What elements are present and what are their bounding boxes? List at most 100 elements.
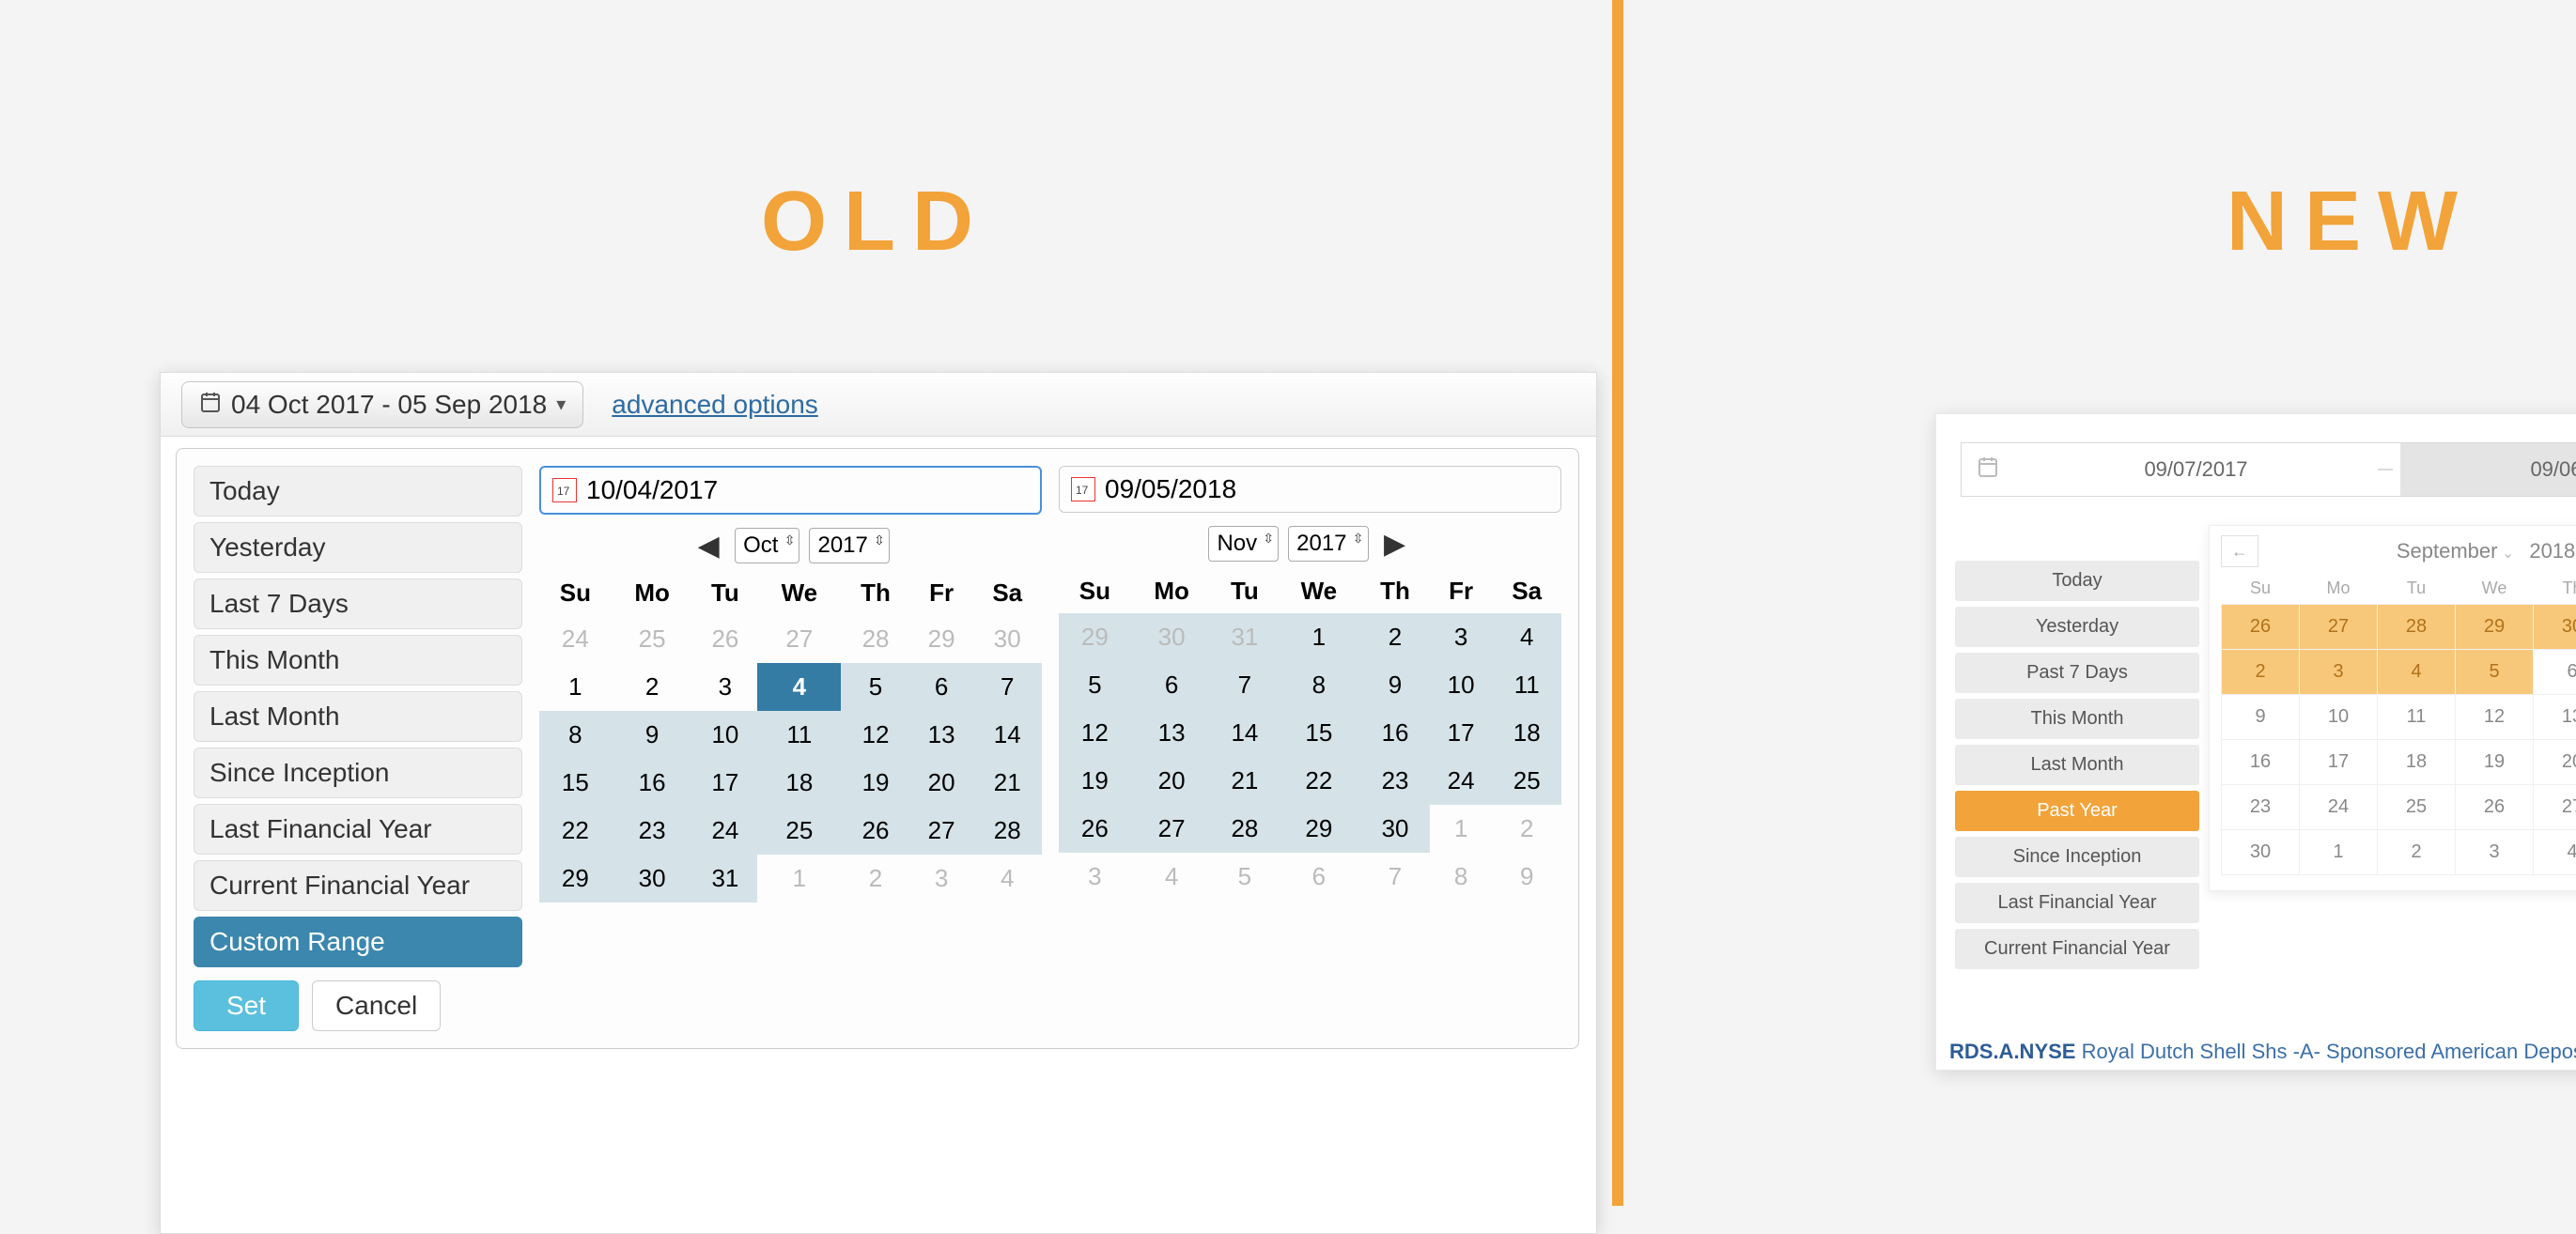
calendar-day[interactable]: 31 bbox=[1212, 613, 1277, 661]
calendar-day[interactable]: 8 bbox=[1277, 661, 1360, 709]
from-date-field[interactable] bbox=[586, 475, 1029, 505]
calendar-day[interactable]: 2 bbox=[2222, 650, 2300, 695]
preset-since-inception[interactable]: Since Inception bbox=[1955, 837, 2199, 877]
preset-this-month[interactable]: This Month bbox=[194, 635, 522, 686]
calendar-day[interactable]: 14 bbox=[973, 711, 1043, 759]
month-dropdown[interactable]: September bbox=[2397, 539, 2514, 563]
calendar-day[interactable]: 2 bbox=[612, 663, 693, 711]
calendar-day[interactable]: 15 bbox=[1277, 709, 1360, 757]
calendar-day[interactable]: 24 bbox=[2300, 785, 2378, 830]
calendar-day[interactable]: 23 bbox=[2222, 785, 2300, 830]
calendar-day[interactable]: 5 bbox=[841, 663, 909, 711]
calendar-day[interactable]: 5 bbox=[1059, 661, 1131, 709]
calendar-day[interactable]: 16 bbox=[2222, 740, 2300, 785]
calendar-day[interactable]: 7 bbox=[1360, 853, 1429, 901]
calendar-day[interactable]: 24 bbox=[539, 615, 612, 663]
calendar-day[interactable]: 6 bbox=[910, 663, 973, 711]
calendar-day[interactable]: 19 bbox=[841, 759, 909, 807]
calendar-day[interactable]: 20 bbox=[2534, 740, 2576, 785]
calendar-day[interactable]: 16 bbox=[612, 759, 693, 807]
ticker-line[interactable]: RDS.A.NYSE Royal Dutch Shell Shs -A- Spo… bbox=[1949, 1040, 2576, 1064]
calendar-day[interactable]: 30 bbox=[2222, 830, 2300, 875]
next-month-button[interactable]: ▶ bbox=[1378, 528, 1412, 561]
calendar-day[interactable]: 4 bbox=[2534, 830, 2576, 875]
preset-last-7-days[interactable]: Last 7 Days bbox=[194, 578, 522, 629]
calendar-day[interactable]: 13 bbox=[1131, 709, 1213, 757]
calendar-day[interactable]: 1 bbox=[757, 855, 841, 902]
calendar-day[interactable]: 26 bbox=[2456, 785, 2534, 830]
preset-yesterday[interactable]: Yesterday bbox=[1955, 607, 2199, 647]
calendar-day[interactable]: 22 bbox=[539, 807, 612, 855]
preset-since-inception[interactable]: Since Inception bbox=[194, 748, 522, 798]
calendar-day[interactable]: 25 bbox=[2378, 785, 2456, 830]
calendar-day[interactable]: 19 bbox=[1059, 757, 1131, 805]
calendar-day[interactable]: 26 bbox=[1059, 805, 1131, 853]
preset-current-financial-year[interactable]: Current Financial Year bbox=[194, 860, 522, 911]
calendar-day[interactable]: 5 bbox=[2456, 650, 2534, 695]
new-date-range-input[interactable]: 09/07/2017 — 09/06/2018 bbox=[1961, 442, 2576, 497]
calendar-day[interactable]: 2 bbox=[2378, 830, 2456, 875]
calendar-day[interactable]: 1 bbox=[539, 663, 612, 711]
calendar-day[interactable]: 9 bbox=[1360, 661, 1429, 709]
calendar-day[interactable]: 25 bbox=[612, 615, 693, 663]
calendar-day[interactable]: 12 bbox=[841, 711, 909, 759]
calendar-day[interactable]: 3 bbox=[2300, 650, 2378, 695]
calendar-day[interactable]: 3 bbox=[2456, 830, 2534, 875]
calendar-day[interactable]: 12 bbox=[2456, 695, 2534, 740]
calendar-day[interactable]: 3 bbox=[1059, 853, 1131, 901]
calendar-day[interactable]: 3 bbox=[692, 663, 757, 711]
calendar-day[interactable]: 17 bbox=[2300, 740, 2378, 785]
calendar-day[interactable]: 1 bbox=[1430, 805, 1493, 853]
calendar-day[interactable]: 17 bbox=[692, 759, 757, 807]
calendar-day[interactable]: 4 bbox=[2378, 650, 2456, 695]
calendar-day[interactable]: 30 bbox=[2534, 605, 2576, 650]
preset-yesterday[interactable]: Yesterday bbox=[194, 522, 522, 573]
calendar-day[interactable]: 8 bbox=[539, 711, 612, 759]
calendar-day[interactable]: 9 bbox=[1493, 853, 1562, 901]
preset-today[interactable]: Today bbox=[194, 466, 522, 517]
calendar-day[interactable]: 3 bbox=[1430, 613, 1493, 661]
calendar-day[interactable]: 2 bbox=[841, 855, 909, 902]
year-select[interactable]: 2017 bbox=[809, 528, 889, 563]
calendar-day[interactable]: 29 bbox=[539, 855, 612, 902]
preset-last-month[interactable]: Last Month bbox=[1955, 745, 2199, 785]
calendar-day[interactable]: 30 bbox=[1360, 805, 1429, 853]
calendar-day[interactable]: 29 bbox=[2456, 605, 2534, 650]
calendar-day[interactable]: 17 bbox=[1430, 709, 1493, 757]
calendar-day[interactable]: 11 bbox=[757, 711, 841, 759]
calendar-day[interactable]: 21 bbox=[1212, 757, 1277, 805]
preset-today[interactable]: Today bbox=[1955, 561, 2199, 601]
calendar-day[interactable]: 18 bbox=[757, 759, 841, 807]
calendar-day[interactable]: 10 bbox=[692, 711, 757, 759]
calendar-day[interactable]: 4 bbox=[1131, 853, 1213, 901]
calendar-day[interactable]: 30 bbox=[973, 615, 1043, 663]
calendar-day[interactable]: 11 bbox=[2378, 695, 2456, 740]
calendar-day[interactable]: 28 bbox=[973, 807, 1043, 855]
calendar-day[interactable]: 29 bbox=[1059, 613, 1131, 661]
calendar-day[interactable]: 1 bbox=[2300, 830, 2378, 875]
prev-month-button[interactable]: ◀ bbox=[691, 530, 725, 563]
calendar-day[interactable]: 12 bbox=[1059, 709, 1131, 757]
calendar-day[interactable]: 25 bbox=[757, 807, 841, 855]
calendar-day[interactable]: 13 bbox=[910, 711, 973, 759]
prev-month-button[interactable]: ← bbox=[2221, 535, 2258, 567]
to-date-field[interactable] bbox=[1105, 474, 1549, 504]
set-button[interactable]: Set bbox=[194, 980, 299, 1031]
calendar-day[interactable]: 26 bbox=[841, 807, 909, 855]
calendar-day[interactable]: 25 bbox=[1493, 757, 1562, 805]
calendar-day[interactable]: 10 bbox=[1430, 661, 1493, 709]
calendar-day[interactable]: 6 bbox=[1277, 853, 1360, 901]
calendar-day[interactable]: 26 bbox=[692, 615, 757, 663]
calendar-day[interactable]: 15 bbox=[539, 759, 612, 807]
calendar-day[interactable]: 18 bbox=[1493, 709, 1562, 757]
calendar-day[interactable]: 23 bbox=[1360, 757, 1429, 805]
calendar-day[interactable]: 1 bbox=[1277, 613, 1360, 661]
preset-custom-range[interactable]: Custom Range bbox=[194, 917, 522, 967]
calendar-day[interactable]: 27 bbox=[2300, 605, 2378, 650]
year-dropdown[interactable]: 2018 bbox=[2529, 539, 2576, 563]
calendar-day[interactable]: 21 bbox=[973, 759, 1043, 807]
month-select[interactable]: Oct bbox=[735, 528, 799, 563]
calendar-day[interactable]: 7 bbox=[1212, 661, 1277, 709]
calendar-day[interactable]: 31 bbox=[692, 855, 757, 902]
calendar-day[interactable]: 23 bbox=[612, 807, 693, 855]
